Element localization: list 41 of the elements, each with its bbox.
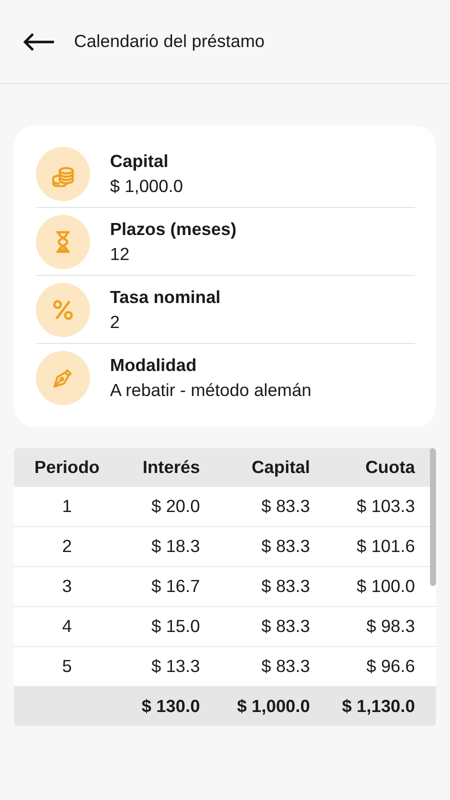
- total-cell-text: $ 130.0: [140, 696, 201, 717]
- table-cell-text: $ 16.7: [150, 576, 201, 597]
- table-cell-text: $ 83.3: [260, 576, 311, 597]
- table-cell-text: $ 20.0: [150, 496, 201, 517]
- scrollbar[interactable]: [430, 448, 436, 586]
- table-cell-text: $ 100.0: [356, 576, 416, 597]
- table-cell-text: $ 103.3: [356, 496, 416, 517]
- table-cell-text: 2: [61, 536, 73, 557]
- column-header: Capital: [250, 456, 311, 478]
- column-header: Cuota: [364, 456, 416, 478]
- table-cell-text: $ 18.3: [150, 536, 201, 557]
- table-cell-text: 5: [61, 656, 73, 677]
- summary-icon: [36, 350, 90, 404]
- summary-label: Capital: [110, 150, 170, 172]
- summary-label: Tasa nominal: [110, 286, 221, 308]
- table-cell-text: $ 101.6: [356, 536, 416, 557]
- table-cell-text: $ 15.0: [150, 616, 201, 637]
- table-cell-text: $ 96.6: [365, 656, 416, 677]
- back-arrow-icon: [22, 32, 56, 52]
- summary-icon: [36, 282, 90, 336]
- column-header: Periodo: [33, 456, 101, 478]
- summary-value: 12: [110, 244, 130, 264]
- table-cell-text: $ 98.3: [365, 616, 416, 637]
- summary-label: Plazos (meses): [110, 218, 236, 240]
- table-cell-text: 1: [61, 496, 73, 517]
- column-header: Interés: [142, 456, 201, 478]
- screen-title: Calendario del préstamo: [74, 31, 265, 52]
- table-cell-text: $ 13.3: [150, 656, 201, 677]
- summary-label: Modalidad: [110, 354, 198, 376]
- summary-icon: [36, 146, 90, 200]
- table-cell-text: $ 83.3: [260, 616, 311, 637]
- table-cell-text: $ 83.3: [260, 536, 311, 557]
- summary-value: A rebatir - método alemán: [110, 380, 312, 400]
- total-cell-text: $ 1,130.0: [341, 696, 416, 717]
- table-cell-text: 4: [61, 616, 73, 637]
- summary-value: $ 1,000.0: [110, 176, 183, 196]
- table-cell-text: 3: [61, 576, 73, 597]
- table-cell-text: $ 83.3: [260, 496, 311, 517]
- total-cell-text: $ 1,000.0: [236, 696, 311, 717]
- summary-value: 2: [110, 312, 121, 332]
- table-cell-text: $ 83.3: [260, 656, 311, 677]
